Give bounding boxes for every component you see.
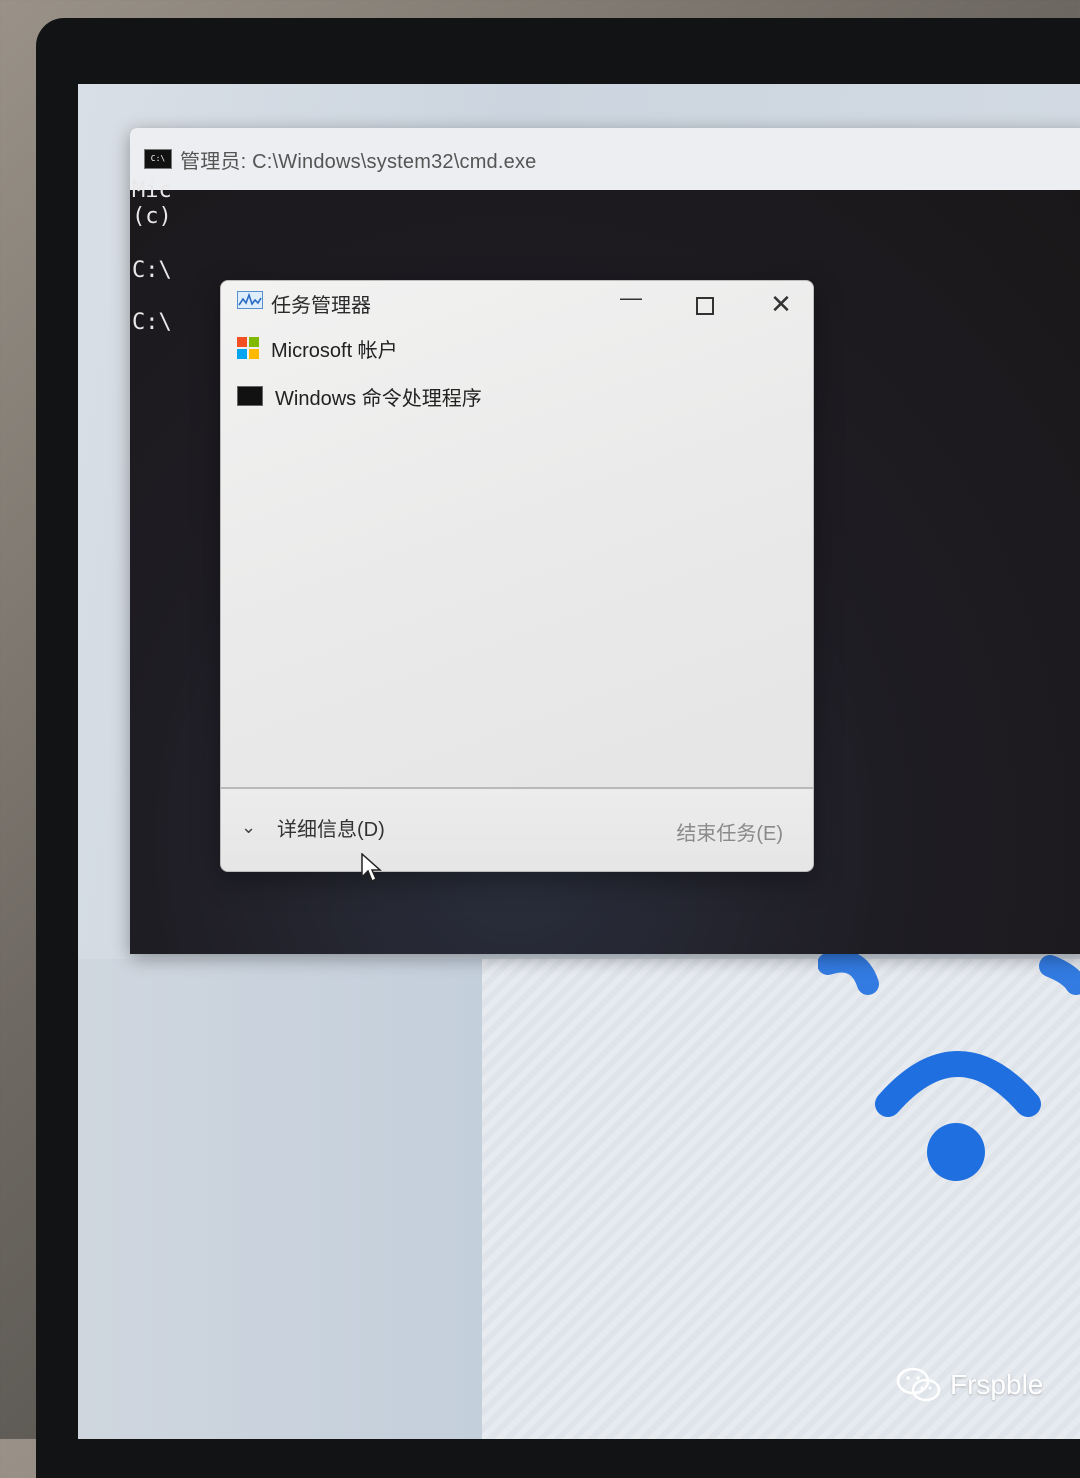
close-button[interactable]: ✕ bbox=[759, 287, 803, 321]
microsoft-logo-icon bbox=[237, 337, 259, 359]
console-line: (c) bbox=[132, 204, 172, 229]
task-manager-titlebar[interactable]: 任务管理器 — ✕ bbox=[221, 281, 813, 325]
cmd-titlebar[interactable]: C:\ 管理员: C:\Windows\system32\cmd.exe bbox=[130, 128, 1080, 190]
cmd-window[interactable]: C:\ 管理员: C:\Windows\system32\cmd.exe Mic… bbox=[130, 128, 1080, 954]
details-toggle[interactable]: ⌄ 详细信息(D) bbox=[241, 813, 385, 883]
cmd-window-icon: C:\ bbox=[144, 149, 172, 169]
process-label: Microsoft 帐户 bbox=[271, 339, 398, 362]
cmd-console[interactable]: Mic (c) C:\ C:\ 任务管理器 — ✕ Microsoft 帐户 W… bbox=[130, 178, 1080, 954]
monitor-screen: C:\ 管理员: C:\Windows\system32\cmd.exe Mic… bbox=[78, 84, 1080, 1439]
maximize-icon bbox=[696, 297, 714, 315]
task-manager-window[interactable]: 任务管理器 — ✕ Microsoft 帐户 Windows 命令处理程序 ⌄ … bbox=[220, 280, 814, 883]
wifi-icon bbox=[818, 954, 1080, 1181]
console-line: C:\ bbox=[132, 258, 172, 283]
task-manager-footer: ⌄ 详细信息(D) 结束任务(E) bbox=[221, 787, 813, 883]
console-line: Mic bbox=[132, 178, 172, 203]
chevron-down-icon: ⌄ bbox=[241, 817, 257, 837]
watermark: Frspble bbox=[896, 1366, 1043, 1404]
cmd-icon bbox=[237, 386, 263, 406]
wechat-icon bbox=[896, 1367, 941, 1402]
process-item-windows-cmd[interactable]: Windows 命令处理程序 bbox=[237, 379, 482, 413]
desktop-left-panel bbox=[78, 959, 482, 1439]
task-manager-icon bbox=[237, 291, 263, 309]
process-label: Windows 命令处理程序 bbox=[275, 387, 482, 410]
cmd-window-title: 管理员: C:\Windows\system32\cmd.exe bbox=[180, 150, 537, 173]
mouse-cursor-icon bbox=[361, 853, 382, 883]
watermark-text: Frspble bbox=[950, 1369, 1044, 1400]
process-item-microsoft-account[interactable]: Microsoft 帐户 bbox=[237, 331, 398, 365]
maximize-button[interactable] bbox=[683, 287, 727, 321]
end-task-button[interactable]: 结束任务(E) bbox=[676, 817, 783, 846]
details-label: 详细信息(D) bbox=[277, 819, 385, 841]
console-line: C:\ bbox=[132, 310, 172, 335]
task-manager-title: 任务管理器 bbox=[271, 295, 371, 317]
minimize-button[interactable]: — bbox=[609, 287, 653, 321]
